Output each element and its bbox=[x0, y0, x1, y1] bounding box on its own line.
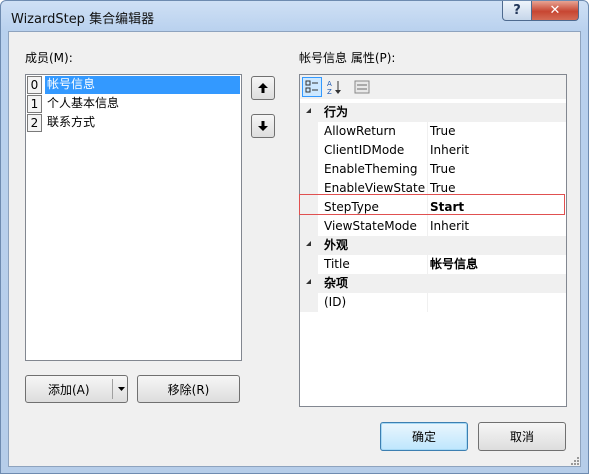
property-row[interactable]: Title 帐号信息 bbox=[300, 255, 566, 274]
category-row[interactable]: 杂项 bbox=[300, 274, 566, 293]
collapse-icon[interactable] bbox=[306, 279, 311, 284]
property-value[interactable]: Inherit bbox=[430, 217, 564, 236]
arrow-down-icon bbox=[258, 121, 268, 131]
resize-grip-icon[interactable] bbox=[570, 456, 580, 466]
properties-label: 帐号信息 属性(P): bbox=[299, 51, 396, 65]
move-down-button[interactable] bbox=[251, 114, 275, 138]
svg-text:A: A bbox=[327, 80, 332, 88]
property-name: (ID) bbox=[324, 295, 347, 309]
property-row[interactable]: (ID) bbox=[300, 293, 566, 312]
selected-property-highlight bbox=[299, 194, 565, 215]
list-item[interactable]: 0 帐号信息 bbox=[27, 76, 240, 94]
category-name: 杂项 bbox=[324, 276, 349, 290]
svg-text:Z: Z bbox=[327, 88, 332, 95]
property-name: ClientIDMode bbox=[324, 143, 405, 157]
list-item-text: 帐号信息 bbox=[45, 76, 240, 94]
split-divider bbox=[112, 379, 113, 399]
category-name: 外观 bbox=[324, 238, 349, 252]
category-name: 行为 bbox=[324, 105, 349, 119]
title-bar: WizardStep 集合编辑器 ? ✕ bbox=[1, 1, 588, 31]
list-item-text: 联系方式 bbox=[47, 115, 96, 129]
members-listbox[interactable]: 0 帐号信息 1 个人基本信息 2 联系方式 bbox=[25, 74, 242, 361]
property-name: Title bbox=[324, 257, 350, 271]
add-button-label: 添加(A) bbox=[48, 382, 90, 397]
move-up-button[interactable] bbox=[251, 76, 275, 100]
collapse-icon[interactable] bbox=[306, 108, 311, 113]
list-item[interactable]: 1 个人基本信息 bbox=[27, 95, 240, 113]
property-grid-toolbar: A Z bbox=[300, 75, 566, 99]
dropdown-arrow-icon[interactable] bbox=[118, 387, 125, 392]
list-item-index: 2 bbox=[27, 114, 42, 132]
add-button[interactable]: 添加(A) bbox=[25, 375, 128, 403]
help-button[interactable]: ? bbox=[502, 1, 532, 21]
property-name: EnableTheming bbox=[324, 162, 418, 176]
remove-button[interactable]: 移除(R) bbox=[137, 375, 240, 403]
dialog-window: WizardStep 集合编辑器 ? ✕ 成员(M): 0 帐号信息 1 个人基… bbox=[0, 0, 589, 474]
property-pages-icon[interactable] bbox=[352, 77, 372, 97]
property-name: AllowReturn bbox=[324, 124, 396, 138]
list-item[interactable]: 2 联系方式 bbox=[27, 114, 240, 132]
property-row[interactable]: AllowReturn True bbox=[300, 122, 566, 141]
list-item-text: 个人基本信息 bbox=[47, 96, 120, 110]
cancel-button[interactable]: 取消 bbox=[478, 422, 566, 451]
categorized-icon[interactable] bbox=[302, 77, 322, 97]
property-value[interactable]: True bbox=[430, 160, 564, 179]
property-value[interactable]: True bbox=[430, 122, 564, 141]
ok-button[interactable]: 确定 bbox=[380, 422, 468, 451]
category-row[interactable]: 外观 bbox=[300, 236, 566, 255]
collapse-icon[interactable] bbox=[306, 241, 311, 246]
property-value[interactable]: Inherit bbox=[430, 141, 564, 160]
list-item-index: 1 bbox=[27, 95, 42, 113]
property-row[interactable]: ClientIDMode Inherit bbox=[300, 141, 566, 160]
alphabetical-icon[interactable]: A Z bbox=[324, 77, 344, 97]
property-value[interactable]: 帐号信息 bbox=[430, 255, 564, 274]
window-title: WizardStep 集合编辑器 bbox=[11, 12, 155, 27]
close-button[interactable]: ✕ bbox=[531, 1, 579, 21]
property-grid[interactable]: A Z 行为 AllowReturn True ClientIDMode Inh… bbox=[299, 74, 567, 407]
members-label: 成员(M): bbox=[25, 51, 73, 65]
property-name: ViewStateMode bbox=[324, 219, 417, 233]
property-row[interactable]: EnableTheming True bbox=[300, 160, 566, 179]
dialog-client-area: 成员(M): 0 帐号信息 1 个人基本信息 2 联系方式 添加(A) 移除(R… bbox=[8, 31, 581, 467]
arrow-up-icon bbox=[258, 83, 268, 93]
list-item-index: 0 bbox=[27, 76, 42, 94]
category-row[interactable]: 行为 bbox=[300, 103, 566, 122]
property-row[interactable]: ViewStateMode Inherit bbox=[300, 217, 566, 236]
